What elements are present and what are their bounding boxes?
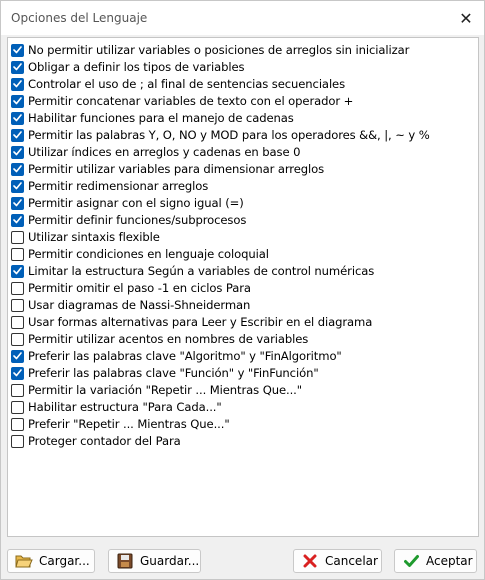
save-button-label: Guardar... — [140, 554, 200, 568]
option-row[interactable]: Preferir las palabras clave "Algoritmo" … — [11, 348, 342, 364]
option-label: Habilitar estructura "Para Cada..." — [28, 400, 222, 414]
option-checkbox[interactable] — [11, 281, 24, 295]
option-row[interactable]: Utilizar sintaxis flexible — [11, 229, 160, 245]
folder-open-icon — [15, 553, 33, 569]
option-checkbox[interactable] — [11, 196, 24, 210]
option-label: Usar formas alternativas para Leer y Esc… — [28, 315, 373, 329]
accept-button-label: Aceptar — [426, 554, 473, 568]
dialog-title: Opciones del Lenguaje — [11, 11, 148, 25]
option-label: Permitir redimensionar arreglos — [28, 179, 209, 193]
option-row[interactable]: Permitir la variación "Repetir ... Mient… — [11, 382, 302, 398]
option-label: Controlar el uso de ; al final de senten… — [28, 77, 346, 91]
option-label: Permitir la variación "Repetir ... Mient… — [28, 383, 302, 397]
option-label: Permitir las palabras Y, O, NO y MOD par… — [28, 128, 430, 142]
option-label: Permitir asignar con el signo igual (=) — [28, 196, 244, 210]
option-row[interactable]: Limitar la estructura Según a variables … — [11, 263, 374, 279]
option-label: Permitir omitir el paso -1 en ciclos Par… — [28, 281, 251, 295]
close-button[interactable]: ✕ — [448, 1, 484, 35]
option-row[interactable]: Permitir asignar con el signo igual (=) — [11, 195, 244, 211]
option-row[interactable]: Permitir omitir el paso -1 en ciclos Par… — [11, 280, 251, 296]
save-button[interactable]: Guardar... — [108, 549, 201, 573]
option-row[interactable]: Usar diagramas de Nassi-Shneiderman — [11, 297, 250, 313]
option-checkbox[interactable] — [11, 417, 24, 431]
close-icon: ✕ — [459, 8, 473, 28]
option-label: Permitir utilizar acentos en nombres de … — [28, 332, 309, 346]
load-button-label: Cargar... — [39, 554, 90, 568]
option-checkbox[interactable] — [11, 162, 24, 176]
option-checkbox[interactable] — [11, 400, 24, 414]
option-row[interactable]: Proteger contador del Para — [11, 433, 181, 449]
option-checkbox[interactable] — [11, 128, 24, 142]
option-label: Proteger contador del Para — [28, 434, 181, 448]
option-checkbox[interactable] — [11, 383, 24, 397]
option-row[interactable]: Permitir definir funciones/subprocesos — [11, 212, 246, 228]
option-checkbox[interactable] — [11, 145, 24, 159]
option-row[interactable]: Usar formas alternativas para Leer y Esc… — [11, 314, 372, 330]
option-checkbox[interactable] — [11, 213, 24, 227]
option-checkbox[interactable] — [11, 77, 24, 91]
option-checkbox[interactable] — [11, 264, 24, 278]
option-checkbox[interactable] — [11, 43, 24, 57]
option-checkbox[interactable] — [11, 230, 24, 244]
option-checkbox[interactable] — [11, 60, 24, 74]
option-label: Preferir "Repetir ... Mientras Que..." — [28, 417, 230, 431]
option-row[interactable]: Obligar a definir los tipos de variables — [11, 59, 245, 75]
option-label: Preferir las palabras clave "Función" y … — [28, 366, 319, 380]
red-x-icon — [301, 553, 319, 569]
option-checkbox[interactable] — [11, 247, 24, 261]
option-checkbox[interactable] — [11, 94, 24, 108]
option-row[interactable]: Permitir condiciones en lenguaje coloqui… — [11, 246, 269, 262]
option-row[interactable]: Preferir las palabras clave "Función" y … — [11, 365, 319, 381]
option-label: Utilizar índices en arreglos y cadenas e… — [28, 145, 301, 159]
option-label: Usar diagramas de Nassi-Shneiderman — [28, 298, 251, 312]
option-label: Permitir utilizar variables para dimensi… — [28, 162, 325, 176]
option-row[interactable]: Permitir las palabras Y, O, NO y MOD par… — [11, 127, 430, 143]
option-checkbox[interactable] — [11, 315, 24, 329]
option-row[interactable]: Permitir utilizar acentos en nombres de … — [11, 331, 308, 347]
option-label: Limitar la estructura Según a variables … — [28, 264, 375, 278]
option-label: Permitir definir funciones/subprocesos — [28, 213, 247, 227]
option-row[interactable]: Permitir concatenar variables de texto c… — [11, 93, 353, 109]
load-button[interactable]: Cargar... — [7, 549, 95, 573]
floppy-disk-icon — [116, 553, 134, 569]
option-row[interactable]: Controlar el uso de ; al final de senten… — [11, 76, 345, 92]
option-checkbox[interactable] — [11, 298, 24, 312]
option-checkbox[interactable] — [11, 366, 24, 380]
option-label: No permitir utilizar variables o posicio… — [28, 43, 410, 57]
option-row[interactable]: Permitir utilizar variables para dimensi… — [11, 161, 324, 177]
option-row[interactable]: Habilitar estructura "Para Cada..." — [11, 399, 222, 415]
title-bar: Opciones del Lenguaje ✕ — [1, 1, 484, 35]
option-row[interactable]: Habilitar funciones para el manejo de ca… — [11, 110, 294, 126]
option-checkbox[interactable] — [11, 111, 24, 125]
green-check-icon — [402, 553, 420, 569]
option-checkbox[interactable] — [11, 349, 24, 363]
option-label: Obligar a definir los tipos de variables — [28, 60, 245, 74]
option-checkbox[interactable] — [11, 434, 24, 448]
option-row[interactable]: No permitir utilizar variables o posicio… — [11, 42, 409, 58]
option-label: Permitir concatenar variables de texto c… — [28, 94, 354, 108]
accept-button[interactable]: Aceptar — [394, 549, 477, 573]
option-row[interactable]: Permitir redimensionar arreglos — [11, 178, 208, 194]
option-row[interactable]: Utilizar índices en arreglos y cadenas e… — [11, 144, 300, 160]
cancel-button-label: Cancelar — [325, 554, 378, 568]
option-checkbox[interactable] — [11, 179, 24, 193]
option-checkbox[interactable] — [11, 332, 24, 346]
language-options-dialog: Opciones del Lenguaje ✕ No permitir util… — [0, 0, 485, 580]
cancel-button[interactable]: Cancelar — [293, 549, 382, 573]
option-label: Utilizar sintaxis flexible — [28, 230, 160, 244]
option-row[interactable]: Preferir "Repetir ... Mientras Que..." — [11, 416, 230, 432]
option-label: Habilitar funciones para el manejo de ca… — [28, 111, 294, 125]
options-panel: No permitir utilizar variables o posicio… — [7, 37, 479, 537]
option-label: Preferir las palabras clave "Algoritmo" … — [28, 349, 342, 363]
option-label: Permitir condiciones en lenguaje coloqui… — [28, 247, 269, 261]
